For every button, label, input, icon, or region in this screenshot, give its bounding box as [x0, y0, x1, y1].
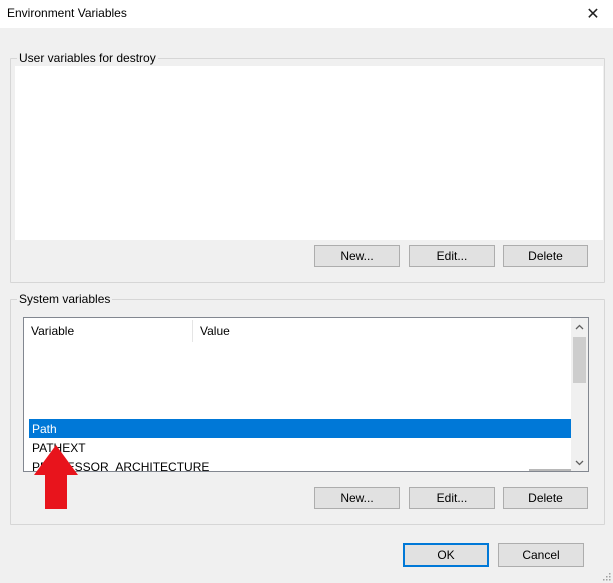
system-variables-label: System variables: [17, 292, 113, 306]
close-button[interactable]: ✕: [573, 0, 613, 28]
chevron-up-icon[interactable]: [571, 318, 588, 335]
scrollbar-thumb[interactable]: [573, 337, 586, 383]
resize-grip-icon[interactable]: [601, 571, 611, 581]
column-header-variable[interactable]: Variable: [24, 318, 192, 344]
table-row-path[interactable]: Path: [29, 419, 571, 438]
table-row-processor[interactable]: PROCESSOR_ARCHITECTURE: [29, 457, 571, 472]
cancel-button[interactable]: Cancel: [498, 543, 584, 567]
system-edit-button[interactable]: Edit...: [409, 487, 495, 509]
title-bar: Environment Variables ✕: [0, 0, 613, 28]
vertical-scrollbar[interactable]: [571, 318, 588, 471]
window-title: Environment Variables: [7, 6, 127, 20]
horizontal-scrollbar-edge[interactable]: [529, 469, 572, 471]
system-variables-list[interactable]: Variable Value Path PATHEXT PROCESSOR_AR…: [23, 317, 589, 472]
red-arrow-up-icon: [34, 445, 78, 509]
system-delete-button[interactable]: Delete: [503, 487, 588, 509]
user-variables-label: User variables for destroy: [17, 51, 158, 65]
user-delete-button[interactable]: Delete: [503, 245, 588, 267]
user-new-button[interactable]: New...: [314, 245, 400, 267]
close-icon: ✕: [586, 6, 600, 23]
table-row-pathext[interactable]: PATHEXT: [29, 438, 571, 457]
system-new-button[interactable]: New...: [314, 487, 400, 509]
column-header-value[interactable]: Value: [193, 318, 571, 344]
chevron-down-icon[interactable]: [571, 454, 588, 471]
user-variables-list[interactable]: [15, 66, 603, 240]
user-edit-button[interactable]: Edit...: [409, 245, 495, 267]
ok-button[interactable]: OK: [403, 543, 489, 567]
